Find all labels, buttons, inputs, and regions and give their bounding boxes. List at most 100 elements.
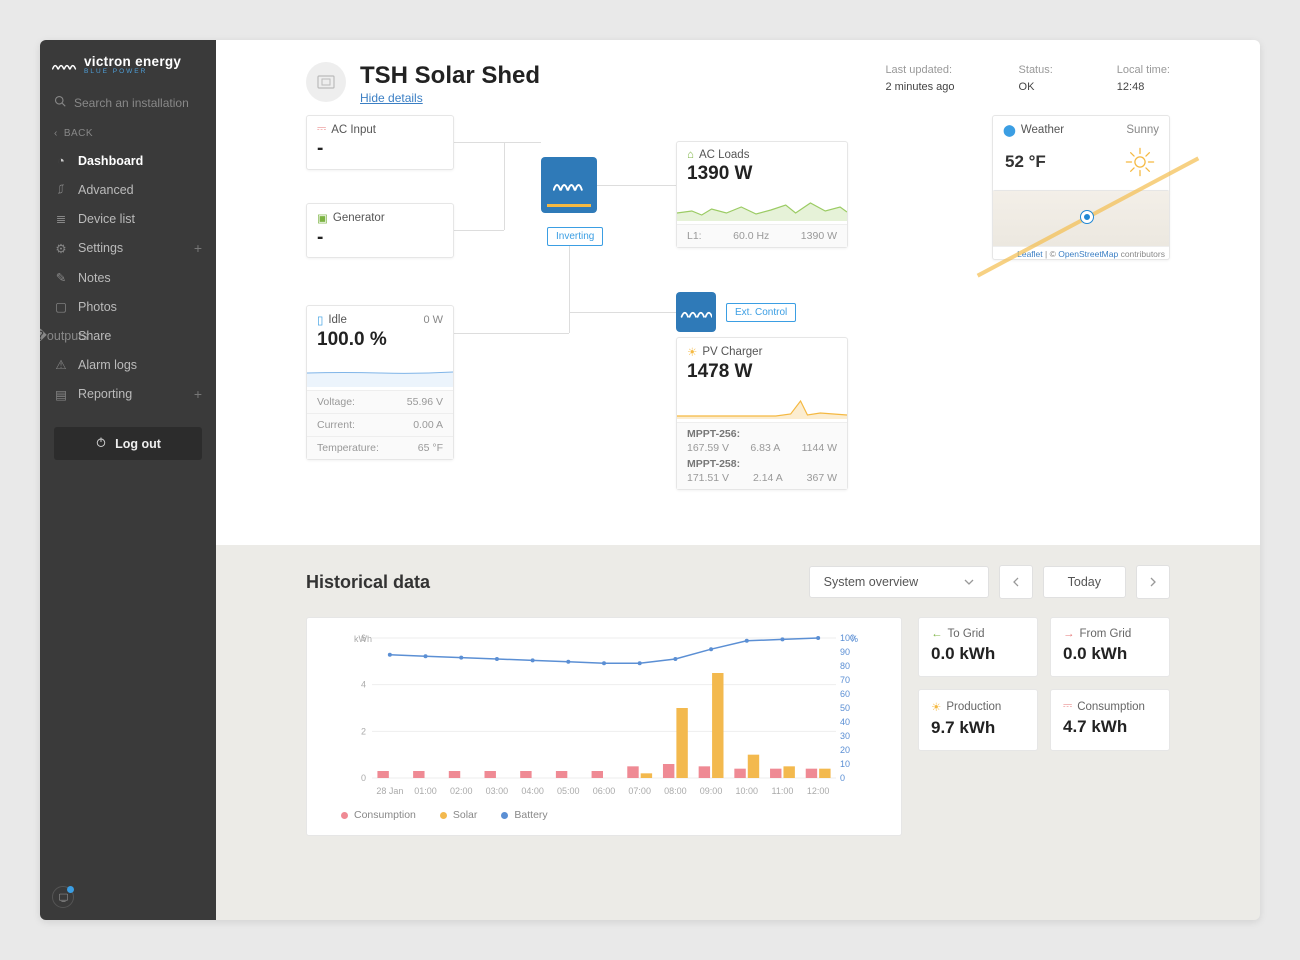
generator-icon: ▣ xyxy=(317,211,328,225)
nav-advanced[interactable]: ⎎Advanced xyxy=(40,175,216,204)
back-link[interactable]: ‹ BACK xyxy=(40,120,216,147)
svg-text:70: 70 xyxy=(840,675,850,685)
svg-text:11:00: 11:00 xyxy=(772,786,794,796)
meta-last-updated: Last updated: 2 minutes ago xyxy=(885,62,954,95)
stat-consumption[interactable]: ⎓Consumption 4.7 kWh xyxy=(1050,689,1170,751)
inverter-node[interactable] xyxy=(541,157,597,213)
notification-dot xyxy=(67,886,74,893)
hide-details-link[interactable]: Hide details xyxy=(360,91,423,105)
weather-box[interactable]: ⬤WeatherSunny 52 °F xyxy=(992,115,1170,194)
sidebar: victron energy BLUE POWER Search an inst… xyxy=(40,40,216,920)
svg-text:2: 2 xyxy=(361,726,366,736)
nav-reporting[interactable]: ▤Reporting+ xyxy=(40,379,216,409)
sliders-icon: ⎎ xyxy=(54,182,68,197)
nav-dashboard[interactable]: ◔Dashboard xyxy=(40,147,216,175)
chevron-left-icon xyxy=(1011,577,1021,587)
location-map[interactable]: Leaflet | © OpenStreetMap contributors xyxy=(992,190,1170,260)
expand-icon: + xyxy=(194,386,202,402)
battery-box[interactable]: ▯Idle0 W 100.0 % Voltage:55.96 V Current… xyxy=(306,305,454,460)
svg-text:28 Jan: 28 Jan xyxy=(376,786,403,796)
list-icon: ≣ xyxy=(54,211,68,226)
historical-chart[interactable]: 02460102030405060708090100kWh%28 Jan01:0… xyxy=(306,617,902,836)
chevron-right-icon xyxy=(1148,577,1158,587)
ac-loads-detail: L1: 60.0 Hz 1390 W xyxy=(677,224,847,247)
sun-icon: ☀ xyxy=(931,700,941,714)
next-button[interactable] xyxy=(1136,565,1170,599)
map-marker-icon xyxy=(1081,211,1093,223)
dashboard-panel: TSH Solar Shed Hide details Last updated… xyxy=(216,40,1260,545)
meta-status: Status: OK xyxy=(1019,62,1053,95)
victron-waves-icon xyxy=(553,174,585,196)
svg-text:02:00: 02:00 xyxy=(450,786,473,796)
installation-title: TSH Solar Shed xyxy=(360,62,540,90)
ac-loads-box[interactable]: ⌂AC Loads 1390 W L1: 60.0 Hz 1390 W xyxy=(676,141,848,248)
stat-cards: ←To Grid 0.0 kWh →From Grid 0.0 kWh ☀Pro… xyxy=(918,617,1170,836)
today-button[interactable]: Today xyxy=(1043,566,1126,598)
svg-text:0: 0 xyxy=(840,773,845,783)
victron-waves-icon xyxy=(52,55,78,75)
remote-console-button[interactable] xyxy=(52,886,74,908)
stat-to-grid[interactable]: ←To Grid 0.0 kWh xyxy=(918,617,1038,677)
nav-share[interactable]: �outputsShare xyxy=(40,321,216,350)
power-icon xyxy=(95,436,107,451)
victron-waves-icon xyxy=(680,301,712,323)
ac-input-box[interactable]: ⎓AC Input - xyxy=(306,115,454,170)
connector xyxy=(454,333,569,334)
ac-loads-sparkline xyxy=(677,193,847,221)
pv-charger-box[interactable]: ☀PV Charger 1478 W MPPT-256: 167.59 V6.8… xyxy=(676,337,848,490)
home-icon: ⌂ xyxy=(687,149,694,161)
osm-link[interactable]: OpenStreetMap xyxy=(1058,249,1118,259)
svg-text:20: 20 xyxy=(840,745,850,755)
svg-text:30: 30 xyxy=(840,731,850,741)
svg-text:50: 50 xyxy=(840,703,850,713)
svg-text:4: 4 xyxy=(361,680,366,690)
svg-text:80: 80 xyxy=(840,661,850,671)
app-window: victron energy BLUE POWER Search an inst… xyxy=(40,40,1260,920)
battery-icon: ▯ xyxy=(317,313,323,327)
console-icon xyxy=(58,892,69,903)
svg-text:10: 10 xyxy=(840,759,850,769)
historical-body: 02460102030405060708090100kWh%28 Jan01:0… xyxy=(306,617,1170,836)
prev-button[interactable] xyxy=(999,565,1033,599)
main-content: TSH Solar Shed Hide details Last updated… xyxy=(216,40,1260,920)
svg-text:06:00: 06:00 xyxy=(593,786,616,796)
historical-title: Historical data xyxy=(306,572,799,593)
svg-text:07:00: 07:00 xyxy=(628,786,651,796)
svg-text:%: % xyxy=(850,634,858,644)
nav-list: ◔Dashboard ⎎Advanced ≣Device list ⚙Setti… xyxy=(40,147,216,409)
chart-legend: Consumption Solar Battery xyxy=(321,803,887,827)
nav-settings[interactable]: ⚙Settings+ xyxy=(40,233,216,263)
svg-text:09:00: 09:00 xyxy=(700,786,723,796)
connector xyxy=(454,230,504,231)
brand-sub: BLUE POWER xyxy=(84,68,181,75)
search-row[interactable]: Search an installation xyxy=(40,85,216,120)
nav-photos[interactable]: ▢Photos xyxy=(40,292,216,321)
arrow-left-icon: ← xyxy=(931,628,943,640)
logout-button[interactable]: Log out xyxy=(54,427,202,460)
expand-icon: + xyxy=(194,240,202,256)
arrow-right-icon: → xyxy=(1063,628,1075,640)
pv-node[interactable] xyxy=(676,292,716,332)
plug-icon: ⎓ xyxy=(317,123,326,136)
note-icon: ✎ xyxy=(54,270,68,285)
stat-production[interactable]: ☀Production 9.7 kWh xyxy=(918,689,1038,751)
historical-header: Historical data System overview Today xyxy=(306,565,1170,599)
svg-text:04:00: 04:00 xyxy=(521,786,544,796)
nav-notes[interactable]: ✎Notes xyxy=(40,263,216,292)
nav-alarm-logs[interactable]: ⚠Alarm logs xyxy=(40,350,216,379)
battery-sparkline xyxy=(307,359,453,387)
svg-text:08:00: 08:00 xyxy=(664,786,687,796)
generator-box[interactable]: ▣Generator - xyxy=(306,203,454,258)
installation-header: TSH Solar Shed Hide details Last updated… xyxy=(306,62,1170,105)
svg-text:01:00: 01:00 xyxy=(414,786,437,796)
meta-local-time: Local time: 12:48 xyxy=(1117,62,1170,95)
energy-diagram: ⎓AC Input - ▣Generator - Inverting ⌂AC L… xyxy=(306,115,1170,515)
connector xyxy=(597,185,676,186)
overview-select[interactable]: System overview xyxy=(809,566,989,598)
weather-sun-icon xyxy=(1123,145,1157,179)
plug-icon: ⎓ xyxy=(1063,700,1072,713)
search-icon xyxy=(54,95,66,110)
nav-device-list[interactable]: ≣Device list xyxy=(40,204,216,233)
connector xyxy=(504,142,505,230)
stat-from-grid[interactable]: →From Grid 0.0 kWh xyxy=(1050,617,1170,677)
